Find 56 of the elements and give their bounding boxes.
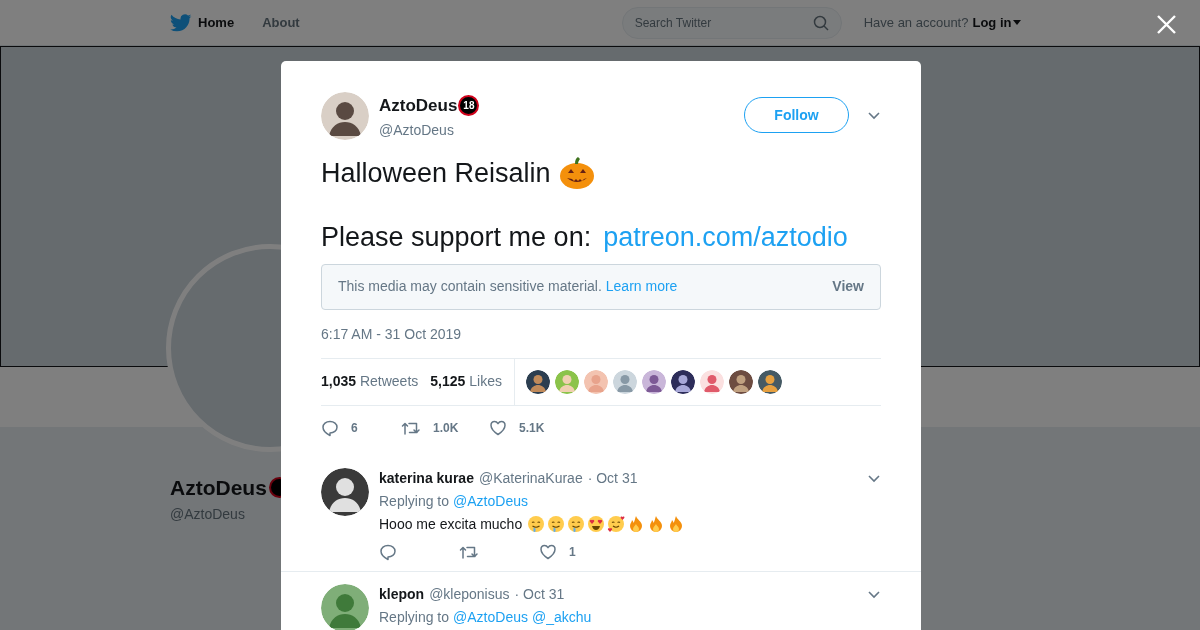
action-count: 6	[351, 419, 358, 437]
learn-more-link[interactable]: Learn more	[605, 276, 678, 297]
replying-to-label: Replying to	[379, 491, 450, 511]
profile-handle: @AztoDeus	[170, 504, 245, 524]
view-button[interactable]: View	[832, 276, 864, 297]
mention-link[interactable]: @AztoDeus	[453, 490, 528, 512]
drooling-face-icon	[527, 515, 546, 533]
reply-text: Hooo me excita mucho	[379, 514, 523, 534]
age-badge: 18	[458, 95, 480, 117]
tweet-text: Please support me on:	[321, 220, 592, 254]
heart-eyes-face-icon	[587, 515, 606, 533]
drooling-face-icon	[547, 515, 566, 533]
avatar-icon[interactable]	[525, 369, 550, 394]
stat-link[interactable]: 1,035 Retweets	[321, 371, 419, 392]
profile-name: AztoDeus	[170, 475, 267, 501]
avatar-icon[interactable]	[321, 92, 369, 140]
author-handle[interactable]: @AztoDeus	[379, 119, 480, 141]
smiling-face-hearts-icon	[607, 515, 626, 533]
reply-icon[interactable]	[321, 418, 339, 437]
nav-link[interactable]: Home	[198, 12, 235, 33]
stat-link[interactable]: 5,125 Likes	[430, 371, 502, 392]
close-icon[interactable]	[1157, 15, 1176, 34]
tweet-text: Halloween Reisalin	[321, 156, 551, 190]
action-count: 5.1K	[519, 419, 545, 437]
mention-link[interactable]: @AztoDeus	[453, 606, 528, 628]
reply-date[interactable]: · Oct 31	[587, 467, 638, 489]
replying-to-label: Replying to	[379, 607, 450, 627]
avatar-icon[interactable]	[670, 369, 695, 394]
reply-author-handle[interactable]: @kleponisus	[429, 583, 510, 605]
drooling-face-icon	[567, 515, 586, 533]
reply-date[interactable]: · Oct 31	[514, 583, 565, 605]
reply-author-handle[interactable]: @KaterinaKurae	[478, 467, 583, 489]
heart-icon[interactable]	[489, 418, 507, 437]
reply-author-name[interactable]: klepon	[379, 583, 425, 605]
avatar-icon[interactable]	[641, 369, 666, 394]
search-input[interactable]: Search Twitter	[634, 13, 795, 32]
reply-author-name[interactable]: katerina kurae	[379, 467, 474, 489]
action-count: 1.0K	[433, 419, 459, 437]
heart-icon[interactable]	[539, 542, 557, 561]
nav-link[interactable]: About	[262, 12, 300, 33]
action-count: 1	[569, 543, 576, 561]
search-field[interactable]: Search Twitter	[621, 6, 842, 39]
reply-icon[interactable]	[379, 542, 397, 561]
login-link[interactable]: Log in	[972, 12, 1022, 33]
account-prompt: Have an account?	[863, 13, 969, 32]
jack-o-lantern-icon	[558, 154, 595, 191]
mention-link[interactable]: @_akchu	[531, 606, 592, 628]
avatar-icon[interactable]	[757, 369, 782, 394]
avatar-icon[interactable]	[728, 369, 753, 394]
tweet-link[interactable]: patreon.com/aztodio	[603, 218, 848, 255]
author-name[interactable]: AztoDeus	[379, 93, 458, 119]
search-icon[interactable]	[812, 14, 829, 31]
caret-icon	[1013, 19, 1022, 26]
sensitive-notice-text: This media may contain sensitive material.	[338, 277, 602, 296]
tweet-timestamp[interactable]: 6:17 AM - 31 Oct 2019	[321, 323, 881, 345]
avatar-icon[interactable]	[321, 467, 369, 516]
